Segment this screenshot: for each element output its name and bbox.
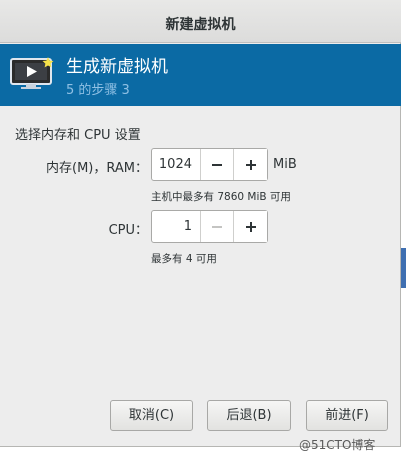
memory-increase-button[interactable] bbox=[234, 149, 267, 180]
memory-label: 内存(M)，RAM： bbox=[46, 161, 148, 176]
cpu-hint: 最多有 4 可用 bbox=[151, 253, 217, 265]
banner-step-indicator: 5 的步骤 3 bbox=[66, 83, 130, 98]
cancel-button[interactable]: 取消(C) bbox=[110, 400, 193, 431]
banner-title: 生成新虚拟机 bbox=[66, 57, 168, 77]
cpu-label: CPU： bbox=[108, 223, 148, 238]
vm-monitor-icon bbox=[10, 56, 56, 94]
plus-icon bbox=[245, 159, 256, 170]
watermark: @51CTO博客 bbox=[299, 438, 376, 452]
window-title: 新建虚拟机 bbox=[165, 17, 236, 33]
new-vm-dialog: 新建虚拟机 生成新虚拟机 5 的步骤 3 选择内存和 CPU 设置 内存(M)，… bbox=[0, 0, 401, 447]
memory-decrease-button[interactable] bbox=[201, 149, 234, 180]
minus-icon bbox=[212, 163, 222, 166]
title-bar[interactable]: 新建虚拟机 bbox=[0, 0, 401, 43]
cpu-spinner: 1 bbox=[151, 210, 268, 243]
memory-unit: MiB bbox=[273, 157, 297, 172]
section-title: 选择内存和 CPU 设置 bbox=[15, 128, 141, 143]
memory-input[interactable]: 1024 bbox=[152, 149, 201, 180]
wizard-banner: 生成新虚拟机 5 的步骤 3 bbox=[0, 44, 401, 106]
minus-icon bbox=[212, 225, 222, 228]
background-window-edge bbox=[401, 248, 406, 288]
cpu-decrease-button[interactable] bbox=[201, 211, 234, 242]
memory-spinner: 1024 bbox=[151, 148, 268, 181]
back-button[interactable]: 后退(B) bbox=[207, 400, 291, 431]
forward-button[interactable]: 前进(F) bbox=[306, 400, 388, 431]
cpu-increase-button[interactable] bbox=[234, 211, 267, 242]
cpu-input[interactable]: 1 bbox=[152, 211, 201, 242]
memory-hint: 主机中最多有 7860 MiB 可用 bbox=[151, 191, 291, 203]
plus-icon bbox=[245, 221, 256, 232]
